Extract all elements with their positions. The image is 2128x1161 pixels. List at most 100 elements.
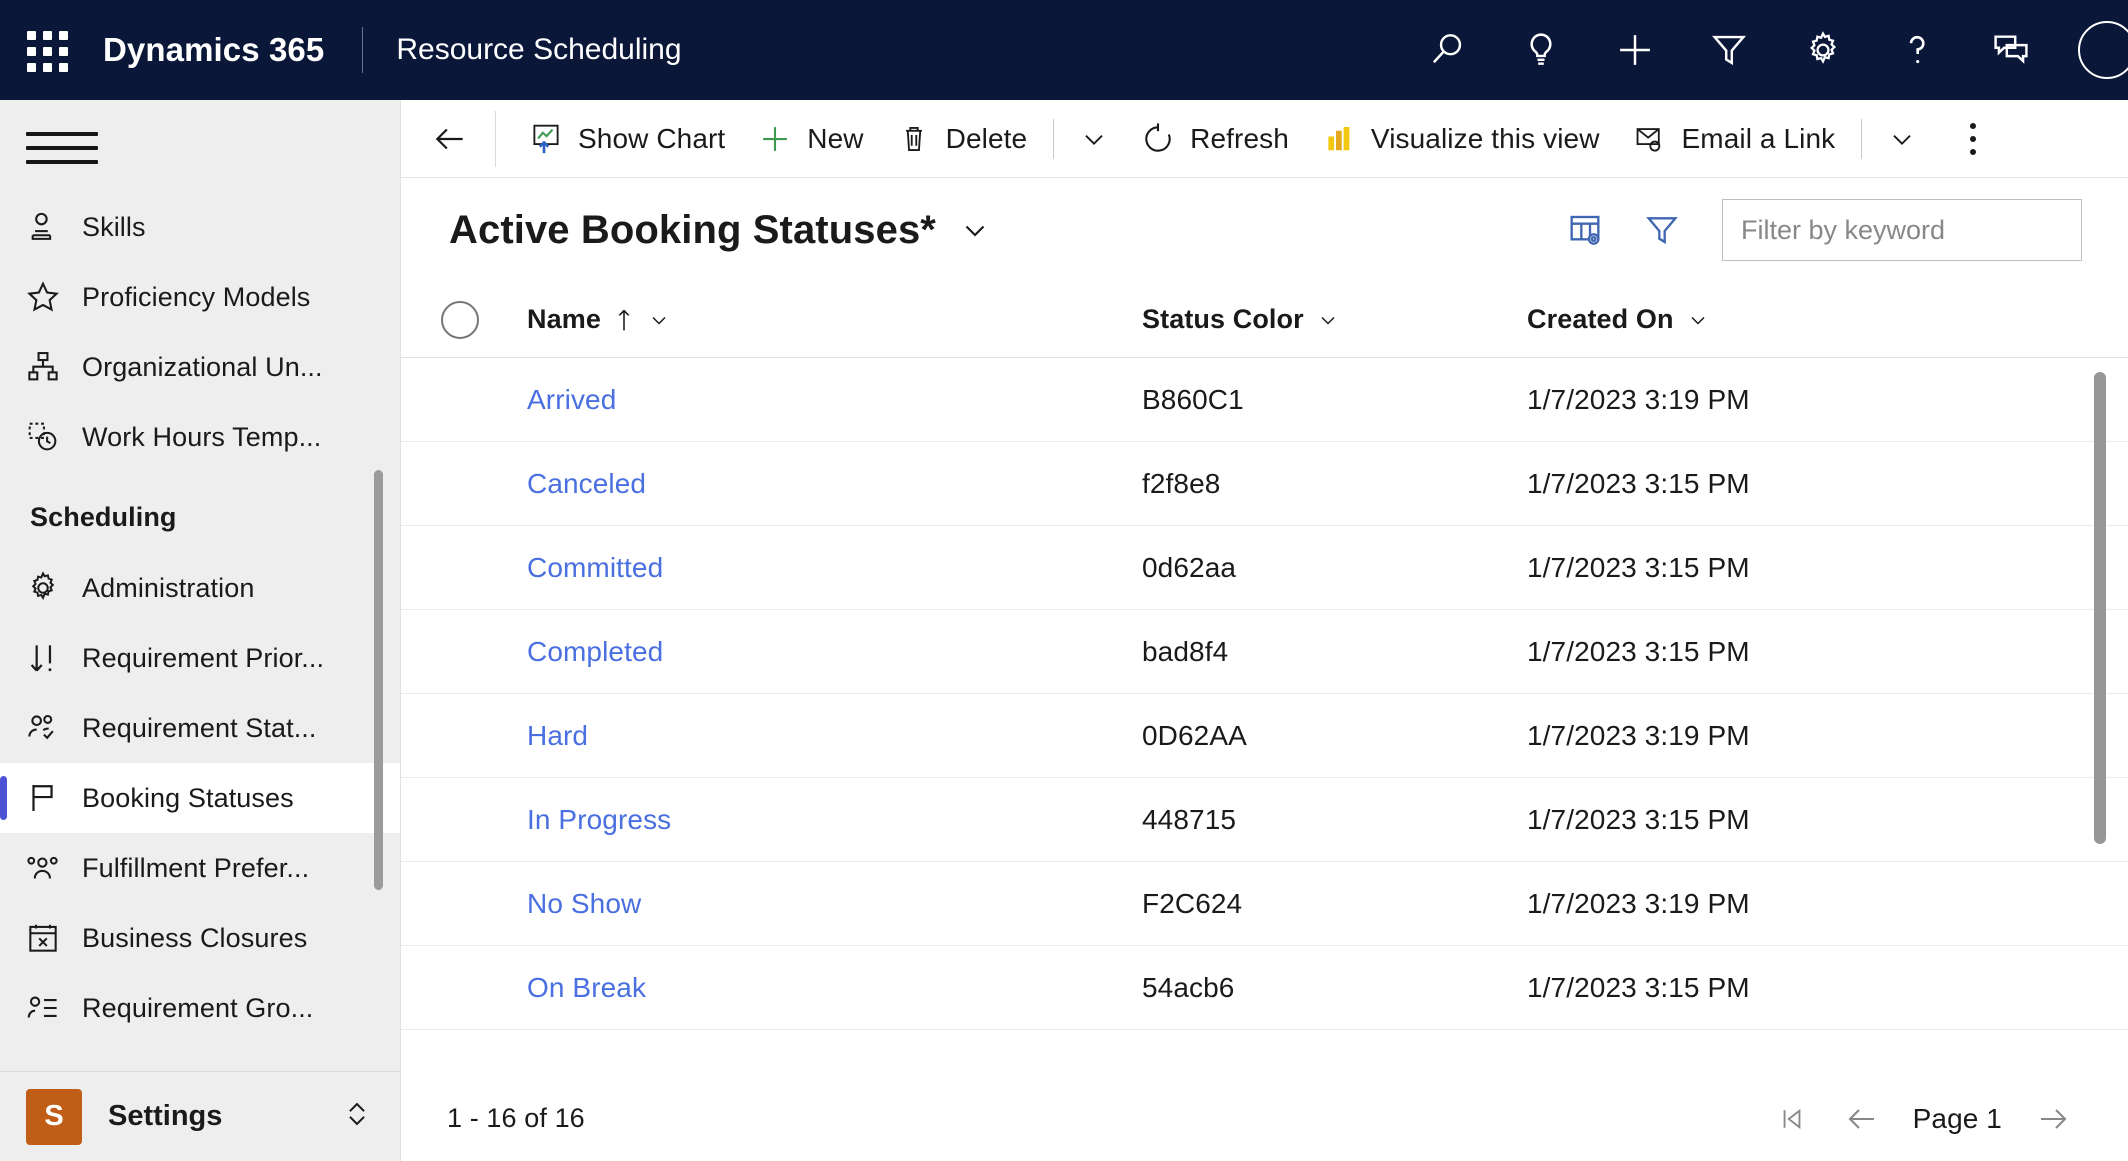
- feedback-chat-icon[interactable]: [1964, 0, 2058, 100]
- table-row[interactable]: Hard 0D62AA 1/7/2023 3:19 PM: [401, 694, 2128, 778]
- email-a-link-button[interactable]: Email a Link: [1616, 108, 1852, 170]
- table-row[interactable]: In Progress 448715 1/7/2023 3:15 PM: [401, 778, 2128, 862]
- filter-funnel-icon[interactable]: [1682, 0, 1776, 100]
- avatar-container[interactable]: [2058, 0, 2128, 100]
- back-arrow-icon[interactable]: [419, 108, 481, 170]
- table-row[interactable]: On Break 54acb6 1/7/2023 3:15 PM: [401, 946, 2128, 1030]
- avatar[interactable]: [2078, 21, 2128, 79]
- record-name-link[interactable]: No Show: [527, 888, 641, 919]
- sidebar-item-work-hours-templates[interactable]: Work Hours Temp...: [0, 402, 400, 472]
- sidebar-item-booking-statuses[interactable]: Booking Statuses: [0, 763, 400, 833]
- view-selector-chevron-down-icon[interactable]: [958, 213, 992, 247]
- visualize-label: Visualize this view: [1370, 122, 1600, 154]
- lightbulb-icon[interactable]: [1494, 0, 1588, 100]
- email-link-label: Email a Link: [1681, 122, 1836, 154]
- sidebar-item-requirement-groups[interactable]: Requirement Gro...: [0, 973, 400, 1043]
- column-header-created-on[interactable]: Created On: [1527, 304, 2128, 335]
- settings-badge: S: [26, 1088, 82, 1145]
- select-all-cell[interactable]: [441, 300, 527, 339]
- command-bar-divider: [495, 110, 496, 167]
- record-name-link[interactable]: In Progress: [527, 804, 671, 835]
- previous-page-icon[interactable]: [1827, 1088, 1897, 1150]
- grid-vertical-scrollbar[interactable]: [2094, 372, 2106, 844]
- next-page-icon[interactable]: [2018, 1088, 2088, 1150]
- settings-label: Settings: [108, 1100, 223, 1132]
- sidebar-item-label: Administration: [82, 572, 255, 603]
- sidebar-item-label: Requirement Prior...: [82, 642, 325, 673]
- chevron-down-icon[interactable]: [647, 308, 671, 332]
- search-icon[interactable]: [1400, 0, 1494, 100]
- column-header-label: Name: [527, 304, 601, 334]
- delete-button[interactable]: Delete: [880, 108, 1044, 170]
- chevron-down-icon[interactable]: [1686, 308, 1710, 332]
- top-navigation-bar: Dynamics 365 Resource Scheduling: [0, 0, 2128, 100]
- power-bi-icon: [1321, 122, 1357, 156]
- sidebar-item-proficiency-models[interactable]: Proficiency Models: [0, 262, 400, 332]
- sidebar-item-label: Organizational Un...: [82, 351, 323, 382]
- email-chevron-down-icon[interactable]: [1872, 108, 1932, 170]
- sort-ascending-arrow-icon: [613, 307, 635, 333]
- record-name-link[interactable]: Canceled: [527, 468, 646, 499]
- table-row[interactable]: No Show F2C624 1/7/2023 3:19 PM: [401, 862, 2128, 946]
- settings-area-switcher[interactable]: S Settings: [0, 1071, 400, 1161]
- app-name-label[interactable]: Resource Scheduling: [396, 33, 681, 67]
- chevron-down-icon[interactable]: [1316, 308, 1340, 332]
- filter-by-keyword-container[interactable]: [1722, 199, 2082, 261]
- calendar-x-icon: [24, 919, 78, 957]
- app-launcher-waffle-icon[interactable]: [18, 22, 74, 78]
- org-hierarchy-icon: [24, 348, 78, 386]
- view-header: Active Booking Statuses*: [401, 178, 2128, 282]
- table-row[interactable]: Completed bad8f4 1/7/2023 3:15 PM: [401, 610, 2128, 694]
- select-all-circle-icon[interactable]: [441, 300, 479, 339]
- table-row[interactable]: Committed 0d62aa 1/7/2023 3:15 PM: [401, 526, 2128, 610]
- star-icon: [24, 278, 78, 316]
- sidebar-item-requirement-priorities[interactable]: Requirement Prior...: [0, 623, 400, 693]
- sidebar-item-administration[interactable]: Administration: [0, 553, 400, 623]
- sidebar-item-label: Work Hours Temp...: [82, 421, 322, 452]
- delete-chevron-down-icon[interactable]: [1064, 108, 1124, 170]
- show-chart-label: Show Chart: [578, 122, 726, 154]
- view-header-actions: [1548, 197, 2082, 263]
- sitemap-hamburger-icon[interactable]: [26, 126, 98, 170]
- top-actions-group: [1400, 0, 2128, 100]
- first-page-icon[interactable]: [1757, 1088, 1827, 1150]
- left-sidebar: Skills Proficiency Models Organizational…: [0, 100, 400, 1161]
- record-name-link[interactable]: Completed: [527, 636, 663, 667]
- table-row[interactable]: Canceled f2f8e8 1/7/2023 3:15 PM: [401, 442, 2128, 526]
- sidebar-item-skills[interactable]: Skills: [0, 192, 400, 262]
- record-name-link[interactable]: Hard: [527, 720, 588, 751]
- edit-filters-icon[interactable]: [1624, 197, 1700, 263]
- trash-icon: [896, 122, 932, 156]
- show-chart-button[interactable]: Show Chart: [512, 108, 741, 170]
- sidebar-item-label: Skills: [82, 211, 146, 242]
- new-button[interactable]: New: [741, 108, 879, 170]
- gear-icon[interactable]: [1776, 0, 1870, 100]
- sidebar-item-requirement-status[interactable]: Requirement Stat...: [0, 693, 400, 763]
- record-name-link[interactable]: Committed: [527, 552, 663, 583]
- sidebar-item-label: Proficiency Models: [82, 281, 311, 312]
- visualize-this-view-button[interactable]: Visualize this view: [1305, 108, 1616, 170]
- plus-icon[interactable]: [1588, 0, 1682, 100]
- table-row[interactable]: Arrived B860C1 1/7/2023 3:19 PM: [401, 358, 2128, 442]
- more-commands-icon[interactable]: [1942, 108, 2004, 170]
- brand-title[interactable]: Dynamics 365: [103, 31, 324, 69]
- main-content-area: Show Chart New Delete Refresh Visualize …: [400, 100, 2128, 1161]
- refresh-button[interactable]: Refresh: [1124, 108, 1305, 170]
- question-mark-icon[interactable]: [1870, 0, 1964, 100]
- pagination-controls: Page 1: [1757, 1088, 2088, 1150]
- sidebar-item-organizational-units[interactable]: Organizational Un...: [0, 332, 400, 402]
- sidebar-scrollbar[interactable]: [374, 470, 383, 890]
- sidebar-item-label: Fulfillment Prefer...: [82, 852, 310, 883]
- page-number-label: Page 1: [1912, 1102, 2002, 1134]
- expand-collapse-chevron-icon[interactable]: [340, 1097, 374, 1136]
- sidebar-item-fulfillment-preferences[interactable]: Fulfillment Prefer...: [0, 833, 400, 903]
- search-input[interactable]: [1741, 214, 2063, 246]
- edit-columns-icon[interactable]: [1548, 197, 1624, 263]
- column-header-name[interactable]: Name: [527, 304, 1142, 335]
- record-name-link[interactable]: Arrived: [527, 384, 616, 415]
- sidebar-item-business-closures[interactable]: Business Closures: [0, 903, 400, 973]
- grid-footer: 1 - 16 of 16 Page 1: [401, 1075, 2128, 1161]
- record-name-link[interactable]: On Break: [527, 972, 646, 1003]
- column-header-status-color[interactable]: Status Color: [1142, 304, 1527, 335]
- view-title[interactable]: Active Booking Statuses*: [449, 208, 936, 253]
